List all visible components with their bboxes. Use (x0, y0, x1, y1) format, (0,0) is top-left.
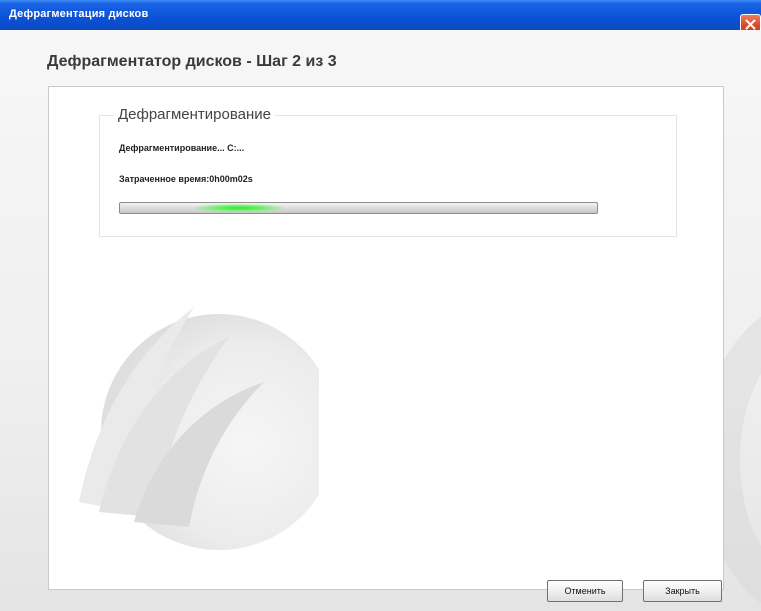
progress-marquee-glow (194, 204, 285, 212)
elapsed-time-text: Затраченное время:0h00m02s (119, 174, 253, 184)
defrag-window: Дефрагментация дисков Дефрагментатор дис… (0, 0, 761, 611)
close-icon (745, 19, 756, 30)
cancel-button-label: Отменить (564, 586, 606, 596)
window-title: Дефрагментация дисков (9, 8, 149, 20)
cancel-button[interactable]: Отменить (547, 580, 623, 602)
defrag-group-box: Дефрагментирование Дефрагментирование...… (99, 106, 677, 237)
close-button-label: Закрыть (665, 586, 700, 596)
defrag-status-text: Дефрагментирование... C:... (119, 143, 245, 153)
content-panel: Дефрагментирование Дефрагментирование...… (48, 86, 724, 590)
close-button[interactable]: Закрыть (643, 580, 722, 602)
defrag-progress-bar (119, 202, 598, 214)
wizard-client-area: Дефрагментатор дисков - Шаг 2 из 3 Дефра… (0, 30, 761, 611)
title-bar[interactable]: Дефрагментация дисков (0, 0, 761, 35)
wizard-step-title: Дефрагментатор дисков - Шаг 2 из 3 (47, 53, 337, 70)
product-logo-icon (79, 307, 319, 550)
group-legend: Дефрагментирование (114, 106, 276, 123)
